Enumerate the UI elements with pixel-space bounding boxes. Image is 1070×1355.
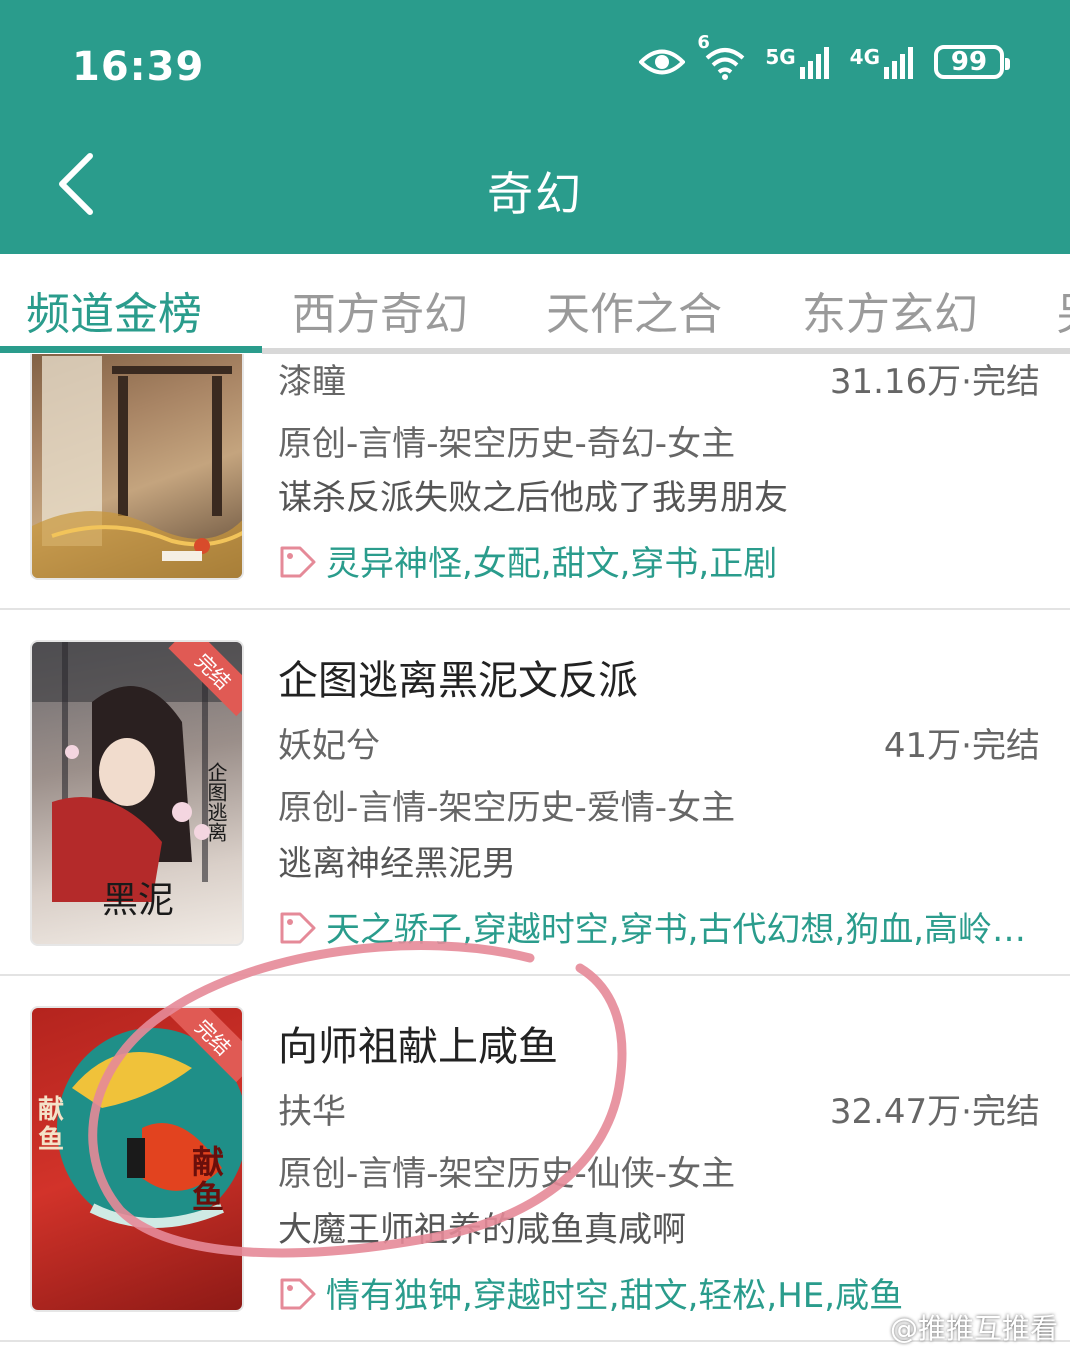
book-stats: 41万·完结: [883, 726, 1040, 766]
status-icons: 6 5G 4G 99: [639, 32, 1010, 80]
battery-icon: 99: [934, 45, 1010, 79]
cover-title-art-2: 鱼: [192, 1178, 224, 1216]
wifi-icon: 6: [697, 32, 747, 80]
tab-perfect-match[interactable]: 天作之合: [546, 278, 722, 342]
book-author: 漆瞳: [278, 362, 346, 402]
book-category: 原创-言情-架空历史-仙侠-女主: [278, 1154, 736, 1194]
cover-side-text: 献: [38, 1095, 64, 1125]
cover-title-art: 黑泥: [102, 880, 174, 921]
watermark: @推推互推看: [853, 1307, 1058, 1347]
book-tags: 天之骄子,穿越时空,穿书,古代幻想,狗血,高岭…: [278, 902, 1038, 951]
cover-art: [32, 356, 242, 578]
battery-level: 99: [950, 47, 988, 77]
book-cover[interactable]: [30, 354, 244, 580]
book-tags-text: 情有独钟,穿越时空,甜文,轻松,HE,咸鱼: [326, 1276, 904, 1316]
book-item[interactable]: 漆瞳 31.16万·完结 原创-言情-架空历史-奇幻-女主 谋杀反派失败之后他成…: [0, 354, 1070, 608]
app-header: 16:39 6 5G 4G 99 奇幻: [0, 0, 1070, 254]
book-cover[interactable]: 黑泥 企图逃离 完结: [30, 640, 244, 946]
active-tab-indicator: [0, 346, 262, 353]
book-cover[interactable]: 献 鱼 献 鱼 完结: [30, 1006, 244, 1312]
signal-5g-icon: 5G: [765, 45, 831, 79]
watermark-text: @推推互推看: [889, 1312, 1058, 1345]
book-description: 大魔王师祖养的咸鱼真咸啊: [278, 1210, 686, 1250]
book-item[interactable]: 黑泥 企图逃离 完结 企图逃离黑泥文反派 妖妃兮 41万·完结 原创-言情-架空…: [0, 610, 1070, 974]
page-title: 奇幻: [487, 167, 583, 221]
cover-side-text: 企图逃离: [204, 762, 228, 842]
tag-icon: [280, 1278, 316, 1309]
tag-icon: [280, 546, 316, 577]
book-stats: 31.16万·完结: [829, 362, 1040, 402]
tab-channel-gold[interactable]: 频道金榜: [26, 278, 202, 342]
network-5g-label: 5G: [765, 45, 796, 69]
weibo-logo-icon: [853, 1311, 884, 1344]
network-4g-label: 4G: [849, 45, 880, 69]
tag-icon: [280, 912, 316, 943]
book-author: 妖妃兮: [278, 726, 380, 766]
tab-western-fantasy[interactable]: 西方奇幻: [292, 278, 468, 342]
signal-4g-icon: 4G: [850, 45, 916, 79]
book-tags-text: 灵异神怪,女配,甜文,穿书,正剧: [326, 544, 778, 584]
tab-eastern-fantasy[interactable]: 东方玄幻: [802, 278, 978, 342]
book-stats: 32.47万·完结: [829, 1092, 1040, 1132]
book-description: 逃离神经黑泥男: [278, 844, 516, 884]
book-tags-text: 天之骄子,穿越时空,穿书,古代幻想,狗血,高岭…: [326, 910, 1027, 950]
tab-other[interactable]: 另: [1056, 278, 1070, 342]
category-tabs: 频道金榜 西方奇幻 天作之合 东方玄幻 另: [0, 254, 1070, 354]
book-description: 谋杀反派失败之后他成了我男朋友: [278, 478, 788, 518]
book-list[interactable]: 漆瞳 31.16万·完结 原创-言情-架空历史-奇幻-女主 谋杀反派失败之后他成…: [0, 354, 1070, 1355]
book-title[interactable]: 向师祖献上咸鱼: [278, 1014, 558, 1072]
book-category: 原创-言情-架空历史-爱情-女主: [278, 788, 736, 828]
wifi-badge: 6: [697, 32, 710, 53]
cover-side-text-2: 鱼: [38, 1125, 64, 1155]
book-tags: 灵异神怪,女配,甜文,穿书,正剧: [278, 536, 1038, 585]
cover-title-art: 献: [192, 1143, 224, 1181]
eye-icon: [639, 47, 686, 77]
book-title[interactable]: 企图逃离黑泥文反派: [278, 648, 638, 706]
book-category: 原创-言情-架空历史-奇幻-女主: [278, 424, 736, 464]
status-time: 16:39: [72, 44, 205, 90]
book-item[interactable]: 献 鱼 献 鱼 完结 向师祖献上咸鱼 扶华 32.47万·完结 原创-言情-架空…: [0, 976, 1070, 1340]
book-author: 扶华: [278, 1092, 346, 1132]
